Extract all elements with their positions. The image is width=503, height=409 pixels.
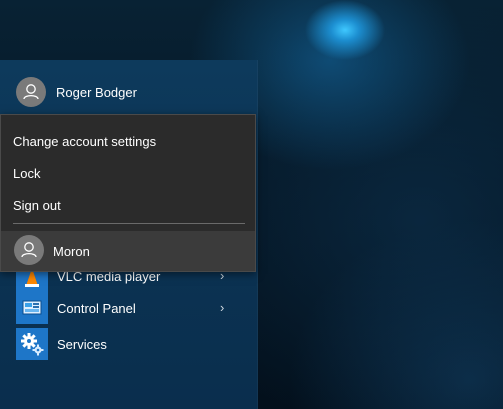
chevron-right-icon[interactable]: › xyxy=(220,300,224,315)
user-name: Roger Bodger xyxy=(56,85,137,100)
control-panel-icon xyxy=(16,292,48,324)
sign-out-item[interactable]: Sign out xyxy=(1,189,255,221)
app-item-services[interactable]: Services xyxy=(0,328,257,360)
user-avatar-icon xyxy=(16,77,46,107)
other-user-avatar-icon xyxy=(14,235,44,265)
menu-item-label: Sign out xyxy=(13,198,61,213)
app-item-control-panel[interactable]: Control Panel › xyxy=(0,292,257,324)
account-flyout-menu: Change account settings Lock Sign out Mo… xyxy=(0,114,256,272)
app-label-control-panel: Control Panel xyxy=(57,301,136,316)
services-gear-icon xyxy=(16,328,48,360)
app-label-services: Services xyxy=(57,337,107,352)
menu-item-label: Change account settings xyxy=(13,134,157,149)
change-account-settings-item[interactable]: Change account settings xyxy=(1,125,255,157)
lock-item[interactable]: Lock xyxy=(1,157,255,189)
user-account-button[interactable]: Roger Bodger xyxy=(0,60,257,112)
menu-divider xyxy=(13,223,245,224)
switch-user-item[interactable]: Moron xyxy=(1,231,255,271)
other-user-name: Moron xyxy=(53,244,90,259)
menu-item-label: Lock xyxy=(13,166,41,181)
